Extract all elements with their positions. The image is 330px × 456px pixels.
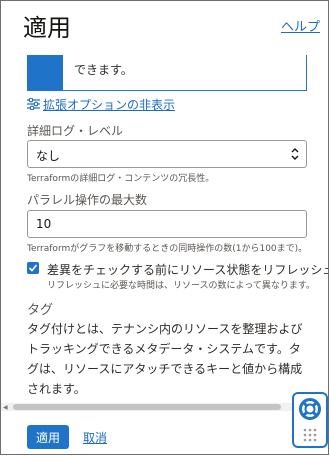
log-level-label: 詳細ログ・レベル xyxy=(27,124,124,138)
help-widget[interactable] xyxy=(292,392,328,448)
refresh-checkbox[interactable] xyxy=(27,262,39,274)
drag-handle-icon[interactable] xyxy=(303,428,317,442)
help-link[interactable]: ヘルプ xyxy=(281,16,320,35)
info-box: できます。 xyxy=(27,55,307,91)
cancel-link[interactable]: 取消 xyxy=(83,429,107,446)
sliders-icon xyxy=(27,98,40,110)
scroll-left-icon[interactable]: ◀ xyxy=(3,404,8,411)
refresh-label: 差異をチェックする前にリソース状態をリフレッシュ xyxy=(47,263,328,277)
parallelism-label: パラレル操作の最大数 xyxy=(27,193,148,207)
log-level-value: なし xyxy=(36,149,61,163)
log-level-help: Terraformの詳細ログ・コンテンツの冗長性。 xyxy=(27,174,215,184)
log-level-select[interactable]: なし xyxy=(27,140,307,168)
scrollbar-thumb[interactable] xyxy=(13,404,281,410)
chevron-up-down-icon xyxy=(291,148,299,160)
checkmark-icon xyxy=(28,264,38,272)
apply-button[interactable]: 適用 xyxy=(27,425,69,449)
panel-footer: 適用 取消 xyxy=(1,411,328,454)
parallelism-help: Terraformがグラフを移動するときの同時操作の数(1から100まで)。 xyxy=(27,244,308,254)
refresh-help: リフレッシュに必要な時間は、リソースの数によって異なります。 xyxy=(47,281,315,291)
advanced-options-toggle[interactable]: 拡張オプションの非表示 xyxy=(27,96,175,112)
parallelism-input[interactable] xyxy=(27,210,307,238)
panel-title: 適用 xyxy=(23,14,71,42)
panel-content[interactable]: できます。 拡張オプションの非表示 詳細ログ・レベル なし Terraformの… xyxy=(1,53,328,403)
tags-description: タグ付けとは、テナンシ内のリソースを整理およびトラッキングできるメタデータ・シス… xyxy=(27,322,303,396)
info-text: できます。 xyxy=(74,63,133,77)
tags-section-title: タグ xyxy=(27,303,54,318)
advanced-options-label: 拡張オプションの非表示 xyxy=(43,97,176,112)
apply-panel: 適用 ヘルプ できます。 拡張オプションの非表示 詳細ログ・レベル なし Ter… xyxy=(0,0,329,455)
panel-header: 適用 ヘルプ xyxy=(1,1,328,51)
lifebuoy-icon xyxy=(299,398,321,420)
horizontal-scrollbar[interactable]: ◀ xyxy=(1,403,328,411)
info-icon-bar xyxy=(27,55,63,91)
